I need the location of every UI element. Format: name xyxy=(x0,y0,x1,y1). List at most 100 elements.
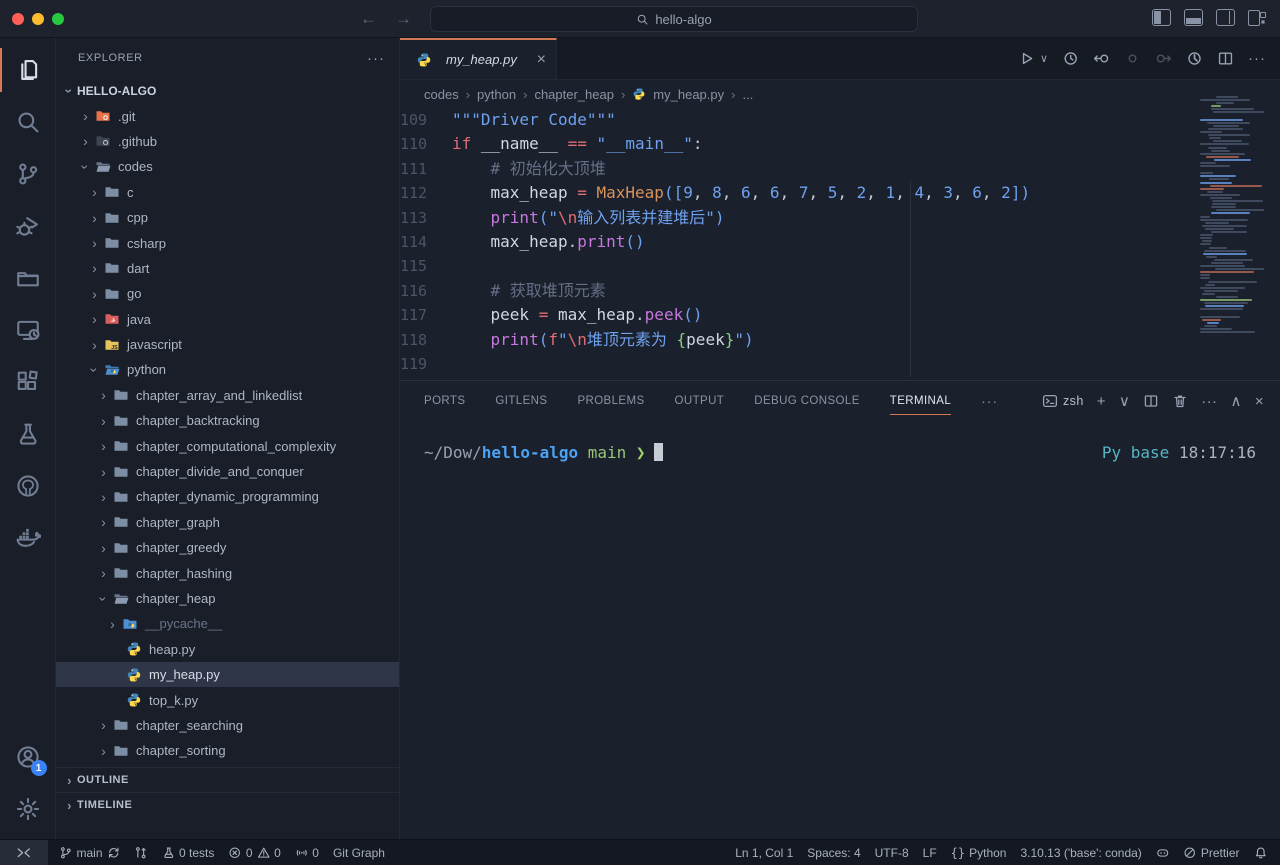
tree-item-java[interactable]: ›java xyxy=(56,307,399,332)
toggle-panel-icon[interactable] xyxy=(1184,9,1203,26)
history-icon[interactable] xyxy=(1062,50,1079,67)
toggle-right-sidebar-icon[interactable] xyxy=(1216,9,1235,26)
status-prettier[interactable]: Prettier xyxy=(1176,840,1246,865)
code-line-112[interactable]: 112 max_heap = MaxHeap([9, 8, 6, 6, 7, 5… xyxy=(400,181,1280,205)
panel-tabs-overflow-icon[interactable]: ··· xyxy=(981,393,998,409)
split-terminal-icon[interactable] xyxy=(1143,393,1159,409)
tree-item-top_k.py[interactable]: top_k.py xyxy=(56,687,399,712)
status-main[interactable]: main xyxy=(52,840,127,865)
tree-item-go[interactable]: ›go xyxy=(56,281,399,306)
kill-terminal-icon[interactable] xyxy=(1172,393,1188,409)
close-window-button[interactable] xyxy=(12,13,24,25)
activity-testing[interactable] xyxy=(0,408,56,460)
code-line-117[interactable]: 117 peek = max_heap.peek() xyxy=(400,303,1280,327)
unchanged-icon[interactable] xyxy=(1124,50,1141,67)
status-utf-8[interactable]: UTF-8 xyxy=(868,840,916,865)
code-line-110[interactable]: 110if __name__ == "__main__": xyxy=(400,132,1280,156)
explorer-more-icon[interactable]: ··· xyxy=(367,50,385,67)
tree-item-chapter_dynamic_programming[interactable]: ›chapter_dynamic_programming xyxy=(56,484,399,509)
breadcrumb-item[interactable]: chapter_heap xyxy=(534,87,614,102)
shell-selector[interactable]: zsh xyxy=(1042,393,1084,409)
tree-item-python[interactable]: ›python xyxy=(56,357,399,382)
panel-tab-output[interactable]: OUTPUT xyxy=(675,381,725,421)
code-editor[interactable]: 109"""Driver Code"""110if __name__ == "_… xyxy=(400,108,1280,380)
status-remote-indicator[interactable] xyxy=(0,840,48,865)
tree-item-dart[interactable]: ›dart xyxy=(56,256,399,281)
status-git-graph[interactable]: Git Graph xyxy=(326,840,392,865)
split-editor-icon[interactable] xyxy=(1217,50,1234,67)
tree-item-chapter_heap[interactable]: ›chapter_heap xyxy=(56,586,399,611)
breadcrumb-item[interactable]: ... xyxy=(742,87,753,102)
breadcrumb-item[interactable]: my_heap.py xyxy=(653,87,724,102)
breadcrumb-item[interactable]: codes xyxy=(424,87,459,102)
maximize-panel-icon[interactable]: ∧ xyxy=(1230,392,1241,410)
minimap[interactable] xyxy=(1198,96,1264,334)
status-copilot[interactable] xyxy=(1149,840,1177,865)
tree-item-chapter_backtracking[interactable]: ›chapter_backtracking xyxy=(56,408,399,433)
status-lf[interactable]: LF xyxy=(916,840,944,865)
tab-my-heap[interactable]: my_heap.py × xyxy=(400,38,557,79)
status-git-compare[interactable] xyxy=(127,840,155,865)
code-line-109[interactable]: 109"""Driver Code""" xyxy=(400,108,1280,132)
panel-tab-terminal[interactable]: TERMINAL xyxy=(890,381,951,421)
command-center-search[interactable]: hello-algo xyxy=(430,6,918,32)
terminal-more-icon[interactable]: ··· xyxy=(1201,393,1217,410)
zoom-window-button[interactable] xyxy=(52,13,64,25)
activity-extensions[interactable] xyxy=(0,356,56,408)
tree-item-javascript[interactable]: ›JSjavascript xyxy=(56,332,399,357)
tree-item-codes[interactable]: ›codes xyxy=(56,154,399,179)
tree-item-csharp[interactable]: ›csharp xyxy=(56,230,399,255)
nav-back-icon[interactable]: ← xyxy=(360,9,377,29)
run-dropdown-chevron-icon[interactable]: ∨ xyxy=(1040,52,1048,65)
terminal-dropdown-chevron-icon[interactable]: ∨ xyxy=(1119,392,1130,410)
activity-search[interactable] xyxy=(0,96,56,148)
tree-item-chapter_hashing[interactable]: ›chapter_hashing xyxy=(56,560,399,585)
activity-source-control[interactable] xyxy=(0,148,56,200)
tree-root-hello-algo[interactable]: ›HELLO-ALGO xyxy=(56,78,399,103)
tree-item-.github[interactable]: ›.github xyxy=(56,129,399,154)
nav-forward-icon[interactable]: → xyxy=(395,9,412,29)
panel-tab-problems[interactable]: PROBLEMS xyxy=(577,381,644,421)
status-3-10-13-base-conda[interactable]: 3.10.13 ('base': conda) xyxy=(1013,840,1148,865)
section-timeline[interactable]: ›TIMELINE xyxy=(56,792,399,817)
open-changes-prev-icon[interactable] xyxy=(1093,50,1110,67)
status-python[interactable]: {}Python xyxy=(944,840,1014,865)
tree-item-chapter_searching[interactable]: ›chapter_searching xyxy=(56,713,399,738)
tree-item-heap.py[interactable]: heap.py xyxy=(56,637,399,662)
open-changes-next-icon[interactable] xyxy=(1155,50,1172,67)
tree-item-chapter_greedy[interactable]: ›chapter_greedy xyxy=(56,535,399,560)
status-bell[interactable] xyxy=(1247,840,1275,865)
code-line-111[interactable]: 111 # 初始化大顶堆 xyxy=(400,157,1280,181)
tree-item-cpp[interactable]: ›cpp xyxy=(56,205,399,230)
tree-item-chapter_computational_complexity[interactable]: ›chapter_computational_complexity xyxy=(56,433,399,458)
section-outline[interactable]: ›OUTLINE xyxy=(56,767,399,792)
status-spaces-4[interactable]: Spaces: 4 xyxy=(800,840,867,865)
tab-close-icon[interactable]: × xyxy=(537,51,546,69)
tree-item-chapter_sorting[interactable]: ›chapter_sorting xyxy=(56,738,399,763)
minimize-window-button[interactable] xyxy=(32,13,44,25)
status-0-tests[interactable]: 0 tests xyxy=(155,840,222,865)
activity-accounts[interactable]: 1 xyxy=(0,731,56,783)
terminal[interactable]: ~/Dow/hello-algo main ❯ Py base 18:17:16 xyxy=(400,421,1280,462)
code-line-118[interactable]: 118 print(f"\n堆顶元素为 {peek}") xyxy=(400,328,1280,352)
activity-run-debug[interactable] xyxy=(0,200,56,252)
tree-item-c[interactable]: ›c xyxy=(56,180,399,205)
panel-tab-ports[interactable]: PORTS xyxy=(424,381,465,421)
activity-remote-explorer[interactable] xyxy=(0,304,56,356)
status-ln-1-col-1[interactable]: Ln 1, Col 1 xyxy=(728,840,800,865)
tree-item-chapter_graph[interactable]: ›chapter_graph xyxy=(56,510,399,535)
tree-item-__pycache__[interactable]: ›__pycache__ xyxy=(56,611,399,636)
code-line-113[interactable]: 113 print("\n输入列表并建堆后") xyxy=(400,206,1280,230)
tree-item-.git[interactable]: ›.git xyxy=(56,103,399,128)
tree-item-my_heap.py[interactable]: my_heap.py xyxy=(56,662,399,687)
code-line-115[interactable]: 115 xyxy=(400,254,1280,278)
activity-github[interactable] xyxy=(0,460,56,512)
code-line-116[interactable]: 116 # 获取堆顶元素 xyxy=(400,279,1280,303)
breadcrumb-item[interactable]: python xyxy=(477,87,516,102)
tree-item-chapter_array_and_linkedlist[interactable]: ›chapter_array_and_linkedlist xyxy=(56,383,399,408)
code-line-114[interactable]: 114 max_heap.print() xyxy=(400,230,1280,254)
close-panel-icon[interactable]: × xyxy=(1255,393,1264,410)
more-actions-icon[interactable]: ··· xyxy=(1248,50,1266,67)
activity-explorer[interactable] xyxy=(0,44,56,96)
activity-docker[interactable] xyxy=(0,512,56,564)
